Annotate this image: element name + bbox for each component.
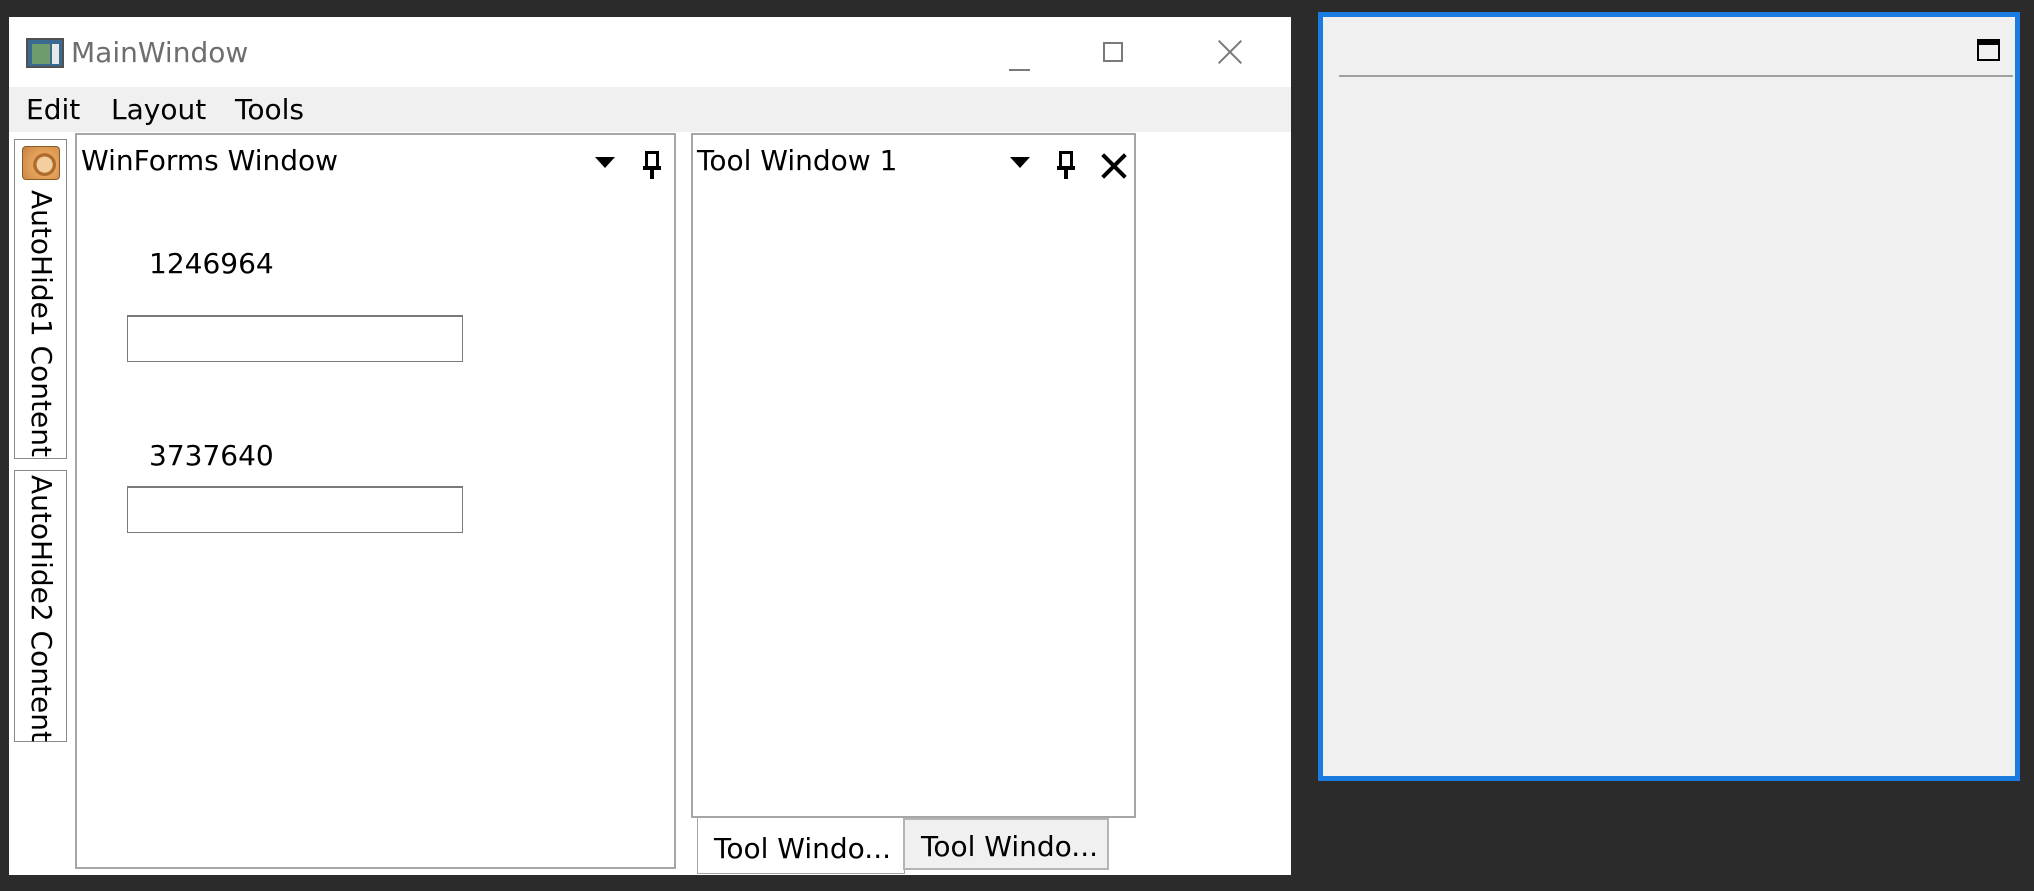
main-window: MainWindow Edit Layout Tools AutoHide1 C…: [9, 17, 1291, 875]
field-label: 3737640: [149, 439, 274, 472]
window-title: MainWindow: [71, 36, 249, 69]
maximize-button[interactable]: [1055, 17, 1171, 87]
close-button[interactable]: [1169, 17, 1285, 87]
autohide-tab-2[interactable]: AutoHide2 Content: [14, 470, 67, 742]
tab-label: Tool Windo...: [714, 832, 891, 865]
text-field-1[interactable]: [127, 315, 463, 362]
dropdown-icon[interactable]: [1010, 157, 1030, 168]
menu-tools[interactable]: Tools: [235, 93, 304, 127]
tool-tab-active[interactable]: Tool Windo...: [697, 818, 905, 874]
autohide-tab-1[interactable]: AutoHide1 Content: [14, 139, 67, 459]
minimize-icon: [1009, 69, 1030, 71]
menu-bar: Edit Layout Tools: [9, 87, 1291, 132]
dropdown-icon[interactable]: [595, 157, 615, 168]
floating-window[interactable]: [1318, 12, 2020, 781]
pane-title: WinForms Window: [81, 144, 339, 177]
close-icon[interactable]: [1101, 153, 1127, 179]
pin-icon[interactable]: [1057, 151, 1075, 179]
winforms-pane: WinForms Window 1246964 3737640: [75, 133, 676, 869]
autohide-tab-label: AutoHide2 Content: [25, 475, 58, 742]
pin-icon[interactable]: [643, 151, 661, 179]
text-field-2[interactable]: [127, 486, 463, 533]
autohide-content-icon: [22, 146, 60, 180]
maximize-icon[interactable]: [1977, 39, 2000, 61]
autohide-tab-label: AutoHide1 Content: [25, 190, 58, 457]
title-bar[interactable]: MainWindow: [9, 17, 1291, 87]
menu-edit[interactable]: Edit: [26, 93, 80, 127]
field-label: 1246964: [149, 247, 274, 280]
tool-tab-inactive[interactable]: Tool Windo...: [903, 818, 1109, 870]
tool-window-pane: Tool Window 1: [691, 133, 1136, 818]
menu-layout[interactable]: Layout: [111, 93, 206, 127]
close-icon: [1213, 35, 1247, 69]
tab-label: Tool Windo...: [921, 830, 1098, 863]
pane-title: Tool Window 1: [697, 144, 898, 177]
maximize-icon: [1103, 42, 1123, 62]
app-window-icon: [26, 38, 64, 68]
divider: [1339, 75, 2013, 77]
